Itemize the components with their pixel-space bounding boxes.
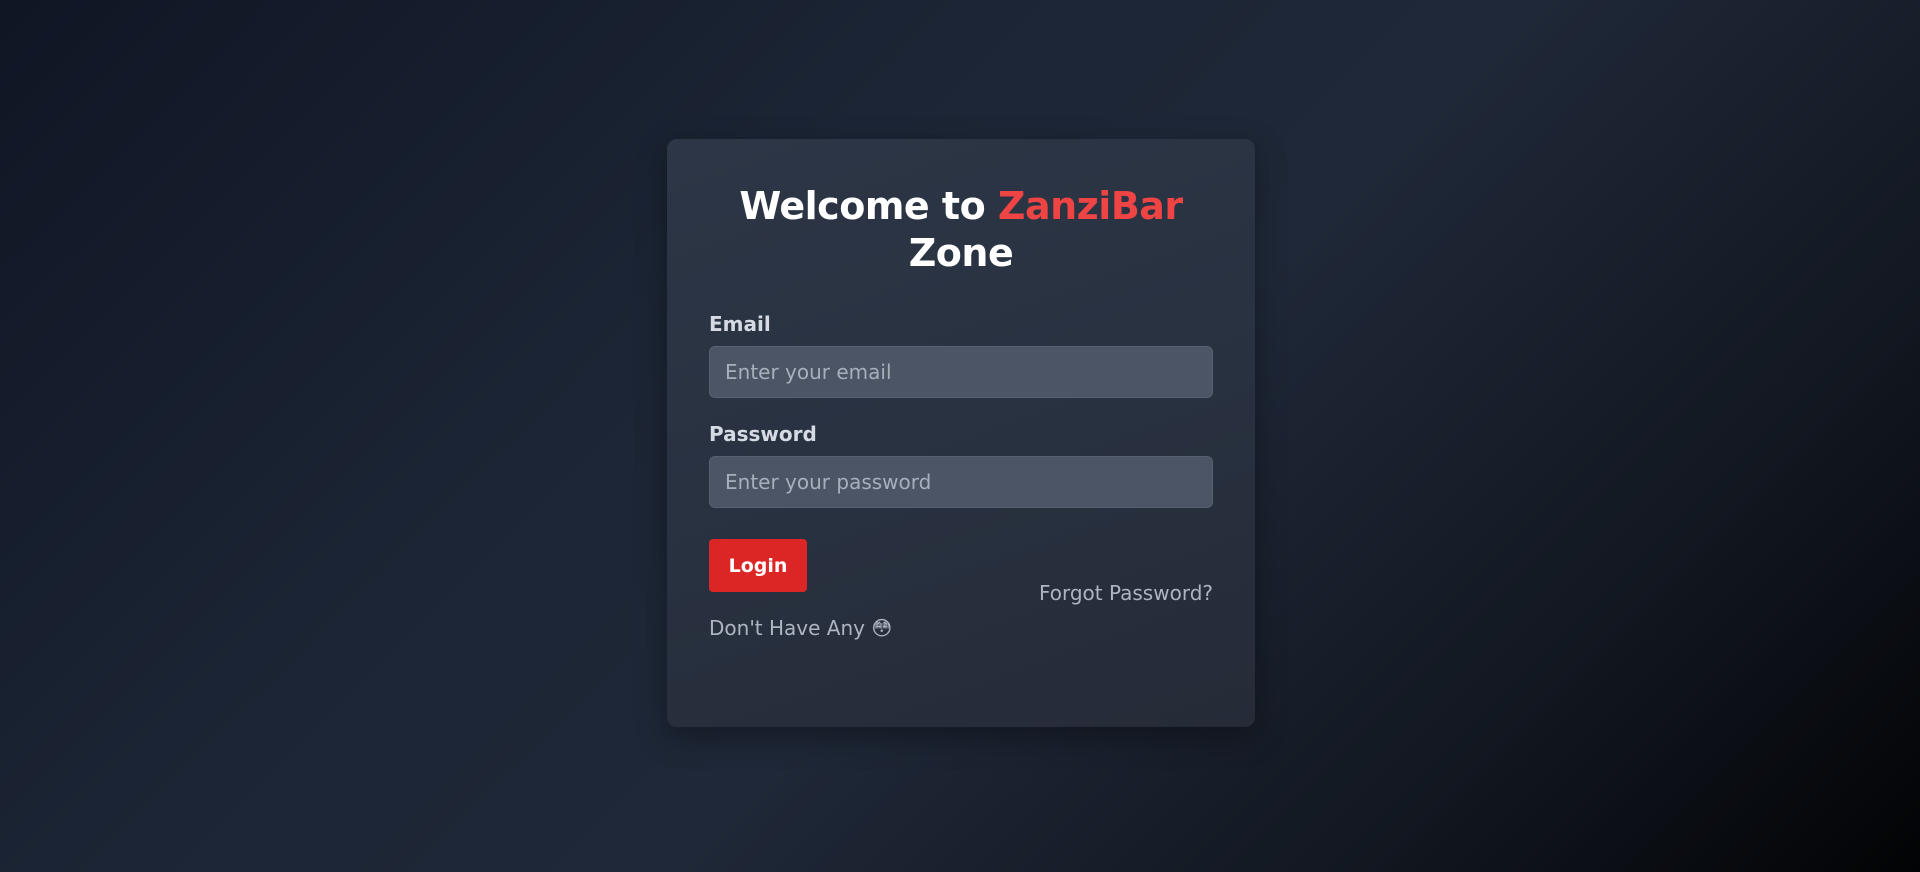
title-text-end: Zone [908,231,1014,275]
login-card: Welcome to ZanziBar Zone Email Password … [667,139,1255,727]
forgot-password-link[interactable]: Forgot Password? [1039,581,1213,605]
brand-name: ZanziBar [997,184,1183,228]
email-label: Email [709,312,771,336]
flushed-face-icon: 😳 [871,616,893,640]
password-label: Password [709,422,817,446]
title-text-start: Welcome to [739,184,998,228]
form-actions: Login Forgot Password? [709,539,1213,615]
signup-link[interactable]: Don't Have Any 😳 [709,615,1213,641]
email-field[interactable] [709,346,1213,398]
password-field[interactable] [709,456,1213,508]
login-button[interactable]: Login [709,539,807,592]
page-title: Welcome to ZanziBar Zone [709,183,1213,277]
signup-text: Don't Have Any [709,616,865,640]
